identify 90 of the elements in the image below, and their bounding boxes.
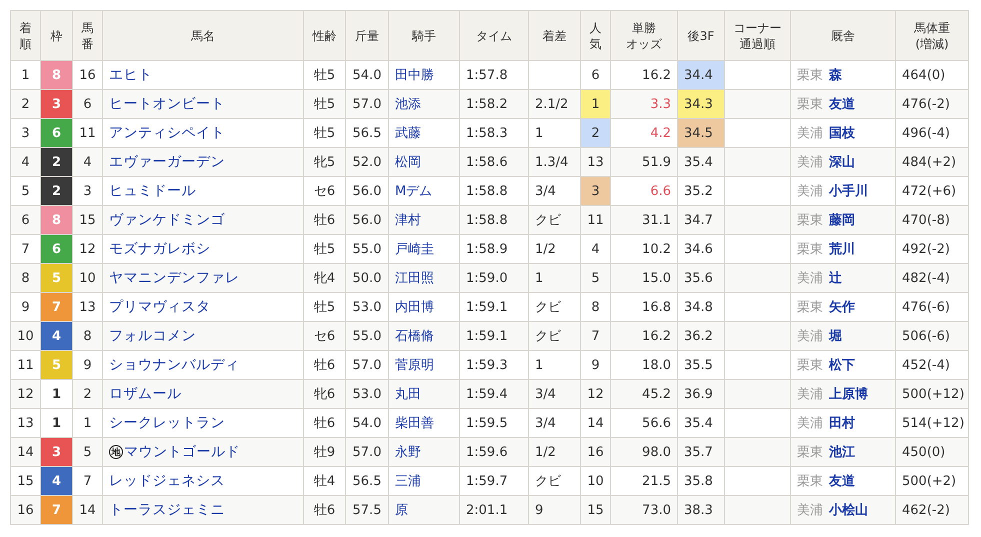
frame-number-cell: 5 bbox=[40, 350, 72, 380]
stable-region: 栗東 bbox=[797, 68, 823, 83]
trainer-link[interactable]: 堀 bbox=[829, 329, 842, 344]
jockey-link[interactable]: 永野 bbox=[395, 445, 421, 460]
column-header: 枠 bbox=[40, 10, 72, 60]
trainer-link[interactable]: 深山 bbox=[829, 155, 855, 170]
stable-region: 美浦 bbox=[797, 503, 823, 518]
column-header: 性齢 bbox=[304, 10, 346, 60]
frame-number-cell: 6 bbox=[40, 118, 72, 148]
table-cell: 57.5 bbox=[346, 496, 388, 524]
stable-region: 栗東 bbox=[797, 474, 823, 489]
column-header: 馬名 bbox=[102, 10, 304, 60]
stable-region: 栗東 bbox=[797, 213, 823, 228]
stable-region: 栗東 bbox=[797, 242, 823, 257]
popularity-cell: 3 bbox=[580, 176, 610, 206]
odds-cell: 73.0 bbox=[610, 496, 678, 524]
last-3f-cell: 34.5 bbox=[678, 118, 724, 148]
jockey-link[interactable]: 松岡 bbox=[395, 155, 421, 170]
trainer-link[interactable]: 森 bbox=[829, 68, 842, 83]
jockey-link[interactable]: 津村 bbox=[395, 213, 421, 228]
trainer-link[interactable]: 友道 bbox=[829, 474, 855, 489]
jockey-link[interactable]: 武藤 bbox=[395, 126, 421, 141]
column-header: 厩舎 bbox=[790, 10, 896, 60]
frame-number-cell: 4 bbox=[40, 322, 72, 350]
local-horse-badge: 地 bbox=[109, 445, 123, 460]
table-cell: 14 bbox=[72, 496, 102, 524]
trainer-link[interactable]: 田村 bbox=[829, 416, 855, 431]
trainer-link[interactable]: 荒川 bbox=[829, 242, 855, 257]
stable-region: 栗東 bbox=[797, 358, 823, 373]
table-cell: 牡6 bbox=[304, 496, 346, 524]
trainer-link[interactable]: 小桧山 bbox=[829, 503, 868, 518]
jockey-link[interactable]: 池添 bbox=[395, 97, 421, 112]
last-3f-cell: 38.3 bbox=[678, 496, 724, 524]
horse-name-link[interactable]: ロザムール bbox=[109, 386, 182, 402]
column-header: コーナー 通過順 bbox=[724, 10, 790, 60]
frame-number-cell: 1 bbox=[40, 380, 72, 408]
frame-number-cell: 8 bbox=[40, 206, 72, 234]
horse-name-link[interactable]: エヒト bbox=[109, 67, 152, 83]
frame-number-cell: 3 bbox=[40, 438, 72, 466]
jockey-link[interactable]: 三浦 bbox=[395, 474, 421, 489]
column-header: 単勝 オッズ bbox=[610, 10, 678, 60]
column-header: 後3F bbox=[678, 10, 724, 60]
frame-number-cell: 3 bbox=[40, 90, 72, 118]
trainer-link[interactable]: 池江 bbox=[829, 445, 855, 460]
column-header: 馬 番 bbox=[72, 10, 102, 60]
stable-region: 美浦 bbox=[797, 387, 823, 402]
trainer-link[interactable]: 国枝 bbox=[829, 126, 855, 141]
trainer-link[interactable]: 矢作 bbox=[829, 300, 855, 315]
frame-number-cell: 1 bbox=[40, 408, 72, 438]
trainer-link[interactable]: 藤岡 bbox=[829, 213, 855, 228]
frame-number-cell: 6 bbox=[40, 234, 72, 264]
frame-number-cell: 8 bbox=[40, 60, 72, 90]
frame-number-cell: 2 bbox=[40, 176, 72, 206]
stable-region: 美浦 bbox=[797, 184, 823, 199]
stable-region: 栗東 bbox=[797, 300, 823, 315]
popularity-cell: 1 bbox=[580, 90, 610, 118]
jockey-link[interactable]: 原 bbox=[395, 503, 408, 518]
popularity-cell: 2 bbox=[580, 118, 610, 148]
column-header: 騎手 bbox=[388, 10, 460, 60]
horse-name-link[interactable]: マウントゴールド bbox=[124, 444, 240, 460]
frame-number-cell: 2 bbox=[40, 148, 72, 176]
last-3f-cell: 34.4 bbox=[678, 60, 724, 90]
column-header: タイム bbox=[460, 10, 528, 60]
table-cell: 2:01.1 bbox=[460, 496, 528, 524]
stable-region: 美浦 bbox=[797, 416, 823, 431]
stable-region: 栗東 bbox=[797, 445, 823, 460]
stable-region: 美浦 bbox=[797, 155, 823, 170]
last-3f-cell: 34.3 bbox=[678, 90, 724, 118]
trainer-link[interactable]: 小手川 bbox=[829, 184, 868, 199]
frame-number-cell: 7 bbox=[40, 292, 72, 322]
frame-number-cell: 4 bbox=[40, 466, 72, 496]
column-header: 着 順 bbox=[10, 10, 40, 60]
column-header: 着差 bbox=[528, 10, 580, 60]
trainer-link[interactable]: 友道 bbox=[829, 97, 855, 112]
popularity-cell: 15 bbox=[580, 496, 610, 524]
stable-region: 美浦 bbox=[797, 329, 823, 344]
trainer-link[interactable]: 上原博 bbox=[829, 387, 868, 402]
column-header: 斤量 bbox=[346, 10, 388, 60]
frame-number-cell: 5 bbox=[40, 264, 72, 292]
table-cell: 9 bbox=[528, 496, 580, 524]
frame-number-cell: 7 bbox=[40, 496, 72, 524]
trainer-link[interactable]: 辻 bbox=[829, 271, 842, 286]
stable-region: 栗東 bbox=[797, 97, 823, 112]
column-header: 馬体重 (増減) bbox=[896, 10, 968, 60]
table-cell: 462(-2) bbox=[896, 496, 968, 524]
column-header: 人 気 bbox=[580, 10, 610, 60]
stable-region: 美浦 bbox=[797, 271, 823, 286]
trainer-link[interactable]: 松下 bbox=[829, 358, 855, 373]
stable-region: 美浦 bbox=[797, 126, 823, 141]
jockey-link[interactable]: 丸田 bbox=[395, 387, 421, 402]
